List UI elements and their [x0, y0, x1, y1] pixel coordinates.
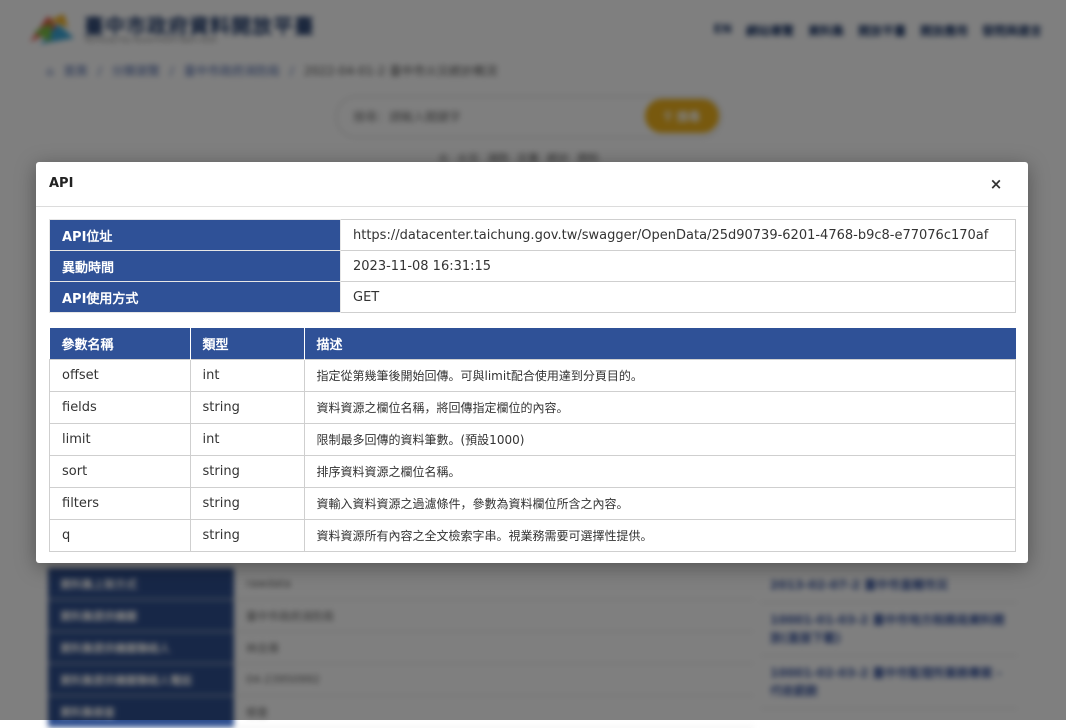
api-url-value[interactable]: https://datacenter.taichung.gov.tw/swagg… — [340, 219, 1016, 251]
param-description: 指定從第幾筆後開始回傳。可與limit配合使用達到分頁目的。 — [303, 359, 1016, 392]
table-row: offset int 指定從第幾筆後開始回傳。可與limit配合使用達到分頁目的… — [49, 359, 1016, 392]
table-row: sort string 排序資料資源之欄位名稱。 — [49, 455, 1016, 488]
param-name: q — [49, 519, 191, 552]
api-url-label: API位址 — [49, 219, 341, 251]
table-row: API位址 https://datacenter.taichung.gov.tw… — [49, 219, 1016, 251]
modal-title: API — [49, 176, 74, 191]
param-type: string — [189, 391, 305, 424]
api-modal: API × API位址 https://datacenter.taichung.… — [36, 162, 1028, 563]
param-description: 排序資料資源之欄位名稱。 — [303, 455, 1016, 488]
api-method-label: API使用方式 — [49, 281, 341, 313]
table-header-row: 參數名稱 類型 描述 — [49, 328, 1016, 360]
param-name: sort — [49, 455, 191, 488]
param-type: string — [189, 455, 305, 488]
table-row: fields string 資料資源之欄位名稱，將回傳指定欄位的內容。 — [49, 391, 1016, 424]
close-icon[interactable]: × — [984, 172, 1008, 196]
table-row: q string 資料資源所有內容之全文檢索字串。視業務需要可選擇性提供。 — [49, 519, 1016, 552]
modified-time-value: 2023-11-08 16:31:15 — [340, 250, 1016, 282]
param-description: 資料資源之欄位名稱，將回傳指定欄位的內容。 — [303, 391, 1016, 424]
table-row: API使用方式 GET — [49, 281, 1016, 313]
modified-time-label: 異動時間 — [49, 250, 341, 282]
param-name: fields — [49, 391, 191, 424]
param-description: 資料資源所有內容之全文檢索字串。視業務需要可選擇性提供。 — [303, 519, 1016, 552]
param-name: filters — [49, 487, 191, 520]
table-row: 異動時間 2023-11-08 16:31:15 — [49, 250, 1016, 282]
param-description: 限制最多回傳的資料筆數。(預設1000) — [303, 423, 1016, 456]
param-type: int — [189, 359, 305, 392]
column-header-type: 類型 — [190, 328, 305, 360]
modal-header: API × — [36, 162, 1028, 207]
param-type: string — [189, 519, 305, 552]
param-description: 資輸入資料資源之過濾條件，參數為資料欄位所含之內容。 — [303, 487, 1016, 520]
param-type: int — [189, 423, 305, 456]
column-header-description: 描述 — [304, 328, 1016, 360]
table-row: limit int 限制最多回傳的資料筆數。(預設1000) — [49, 423, 1016, 456]
param-name: limit — [49, 423, 191, 456]
api-method-value: GET — [340, 281, 1016, 313]
param-name: offset — [49, 359, 191, 392]
param-type: string — [189, 487, 305, 520]
api-params-table: 參數名稱 類型 描述 offset int 指定從第幾筆後開始回傳。可與limi… — [49, 328, 1016, 552]
api-info-table: API位址 https://datacenter.taichung.gov.tw… — [49, 219, 1016, 313]
table-row: filters string 資輸入資料資源之過濾條件，參數為資料欄位所含之內容… — [49, 487, 1016, 520]
column-header-name: 參數名稱 — [49, 328, 191, 360]
